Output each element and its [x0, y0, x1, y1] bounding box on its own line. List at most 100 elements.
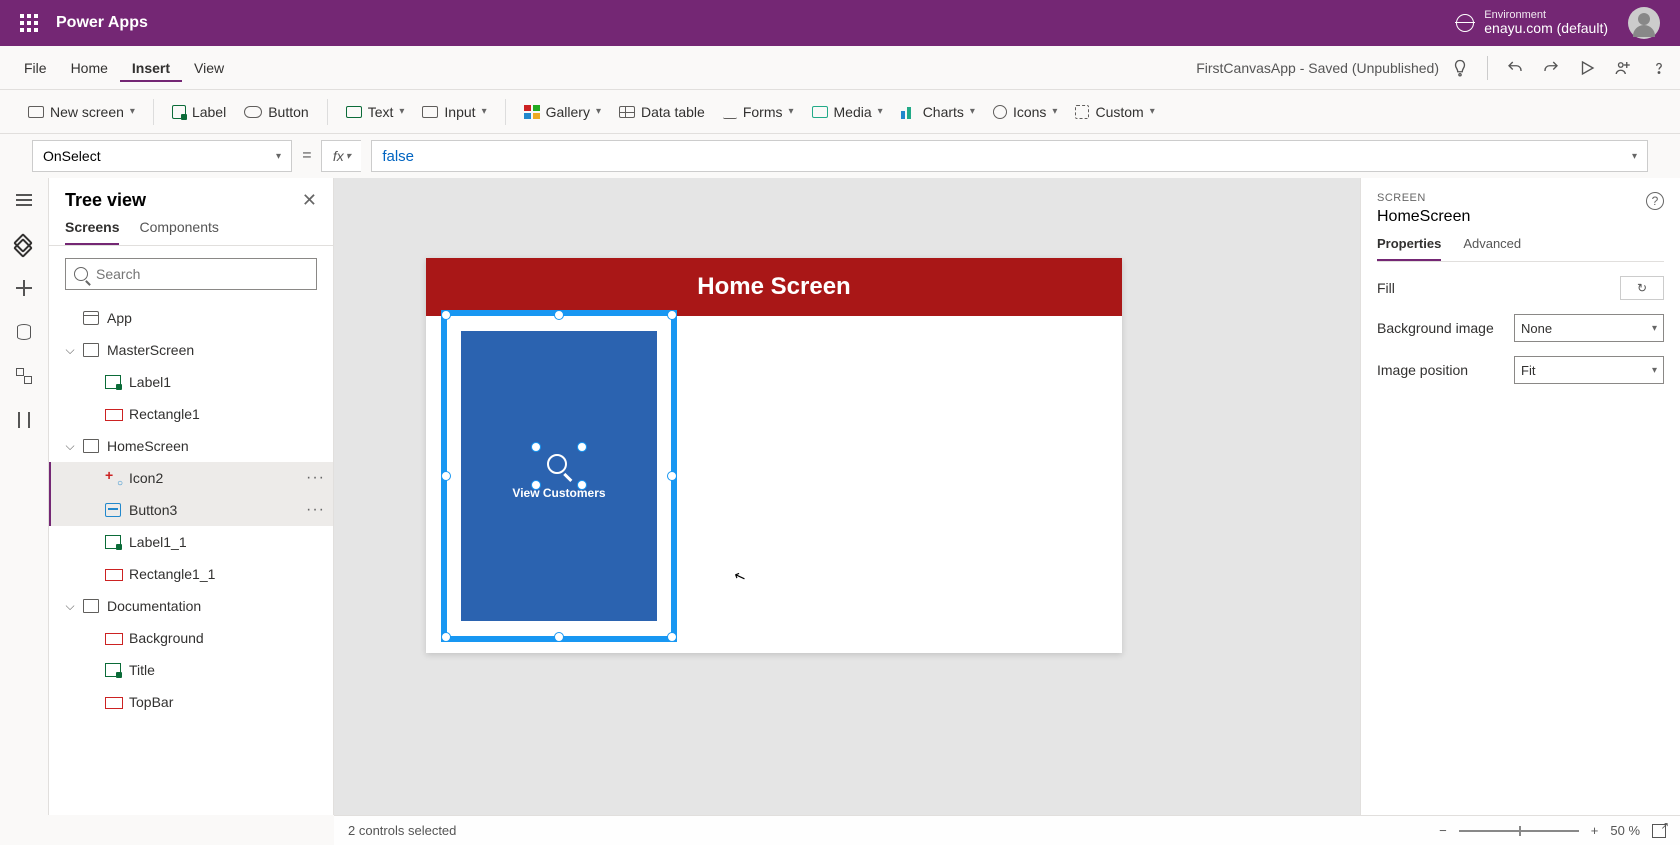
menu-home[interactable]: Home — [59, 54, 120, 82]
app-checker-icon[interactable] — [1451, 59, 1469, 77]
tree-node-label1-1[interactable]: Label1_1 — [49, 526, 333, 558]
insert-label-button[interactable]: Label — [172, 104, 226, 120]
resize-handle[interactable] — [667, 310, 677, 320]
environment-picker[interactable]: Environment enayu.com (default) — [1456, 9, 1608, 36]
insert-forms-button[interactable]: Forms ▾ — [723, 104, 794, 120]
tree-node-documentation[interactable]: ⌵ Documentation — [49, 590, 333, 622]
resize-handle[interactable] — [531, 480, 541, 490]
tree-node-homescreen[interactable]: ⌵ HomeScreen — [49, 430, 333, 462]
chevron-down-icon[interactable]: ⌵ — [65, 343, 75, 358]
text-icon — [346, 106, 362, 118]
hamburger-icon[interactable] — [14, 190, 34, 210]
card-button[interactable]: View Customers — [461, 331, 657, 621]
media-pane-icon[interactable] — [14, 366, 34, 386]
selection-type: SCREEN — [1377, 192, 1664, 204]
insert-charts-button[interactable]: Charts ▾ — [901, 104, 975, 120]
node-label: TopBar — [129, 694, 173, 710]
menu-insert[interactable]: Insert — [120, 54, 182, 82]
tree-node-button3[interactable]: Button3 ··· — [49, 494, 333, 526]
tree-node-icon2[interactable]: Icon2 ··· — [49, 462, 333, 494]
close-icon[interactable]: ✕ — [302, 190, 317, 211]
tree-node-label1[interactable]: Label1 — [49, 366, 333, 398]
node-label: Rectangle1 — [129, 406, 200, 422]
more-icon[interactable]: ··· — [306, 469, 325, 487]
environment-label: Environment — [1484, 9, 1608, 21]
menu-view[interactable]: View — [182, 54, 236, 82]
resize-handle[interactable] — [531, 442, 541, 452]
chevron-down-icon[interactable]: ⌵ — [65, 599, 75, 614]
image-position-dropdown[interactable]: Fit ▾ — [1514, 356, 1664, 384]
user-avatar[interactable] — [1628, 7, 1660, 39]
insert-custom-button[interactable]: Custom ▾ — [1075, 104, 1154, 120]
help-icon[interactable]: ? — [1646, 192, 1664, 210]
selected-control[interactable]: View Customers — [441, 310, 677, 642]
insert-button-button[interactable]: Button — [244, 104, 308, 120]
resize-handle[interactable] — [441, 632, 451, 642]
zoom-in-button[interactable]: + — [1591, 823, 1599, 838]
tab-components[interactable]: Components — [139, 219, 218, 245]
insert-media-button[interactable]: Media ▾ — [812, 104, 883, 120]
new-screen-button[interactable]: New screen ▾ — [28, 104, 135, 120]
tab-screens[interactable]: Screens — [65, 219, 119, 245]
tree-node-rectangle1-1[interactable]: Rectangle1_1 — [49, 558, 333, 590]
tree-node-title[interactable]: Title — [49, 654, 333, 686]
tree-node-app[interactable]: App — [49, 302, 333, 334]
resize-handle[interactable] — [577, 480, 587, 490]
dropdown-value: None — [1521, 321, 1552, 336]
undo-icon[interactable] — [1506, 59, 1524, 77]
color-picker[interactable] — [1620, 276, 1664, 300]
tree-view-icon[interactable] — [14, 234, 34, 254]
insert-datatable-button[interactable]: Data table — [619, 104, 705, 120]
app-launcher-icon[interactable] — [20, 14, 38, 32]
prop-label: Background image — [1377, 320, 1494, 336]
resize-handle[interactable] — [667, 471, 677, 481]
insert-icons-button[interactable]: Icons ▾ — [993, 104, 1058, 120]
resize-handle[interactable] — [554, 310, 564, 320]
fx-button[interactable]: fx ▾ — [321, 140, 361, 172]
play-icon[interactable] — [1578, 59, 1596, 77]
zoom-out-button[interactable]: − — [1439, 823, 1447, 838]
help-icon[interactable] — [1650, 59, 1668, 77]
text-label: Text — [368, 104, 394, 120]
insert-gallery-button[interactable]: Gallery ▾ — [524, 104, 601, 120]
label-icon — [172, 105, 186, 119]
tab-advanced[interactable]: Advanced — [1463, 236, 1521, 261]
tree-node-topbar[interactable]: TopBar — [49, 686, 333, 718]
rectangle-icon — [105, 567, 121, 581]
menu-file[interactable]: File — [12, 54, 59, 82]
tree-node-background[interactable]: Background — [49, 622, 333, 654]
tree-body: App ⌵ MasterScreen Label1 Rectangle1 ⌵ H… — [49, 302, 333, 815]
chevron-down-icon[interactable]: ⌵ — [65, 439, 75, 454]
global-header: Power Apps Environment enayu.com (defaul… — [0, 0, 1680, 46]
tab-properties[interactable]: Properties — [1377, 236, 1441, 261]
resize-handle[interactable] — [577, 442, 587, 452]
canvas-screen[interactable]: Home Screen View Customers — [426, 258, 1122, 653]
node-label: Label1_1 — [129, 534, 187, 550]
gallery-label: Gallery — [546, 104, 590, 120]
properties-tabs: Properties Advanced — [1377, 236, 1664, 262]
resize-handle[interactable] — [554, 632, 564, 642]
node-label: Background — [129, 630, 204, 646]
advanced-tools-icon[interactable] — [14, 410, 34, 430]
formula-input[interactable]: false ▾ — [371, 140, 1648, 172]
fit-to-window-icon[interactable] — [1652, 824, 1666, 838]
more-icon[interactable]: ··· — [306, 501, 325, 519]
search-box[interactable] — [65, 258, 317, 290]
insert-text-button[interactable]: Text ▾ — [346, 104, 405, 120]
redo-icon[interactable] — [1542, 59, 1560, 77]
insert-pane-icon[interactable] — [14, 278, 34, 298]
search-input[interactable] — [96, 266, 308, 282]
tree-node-masterscreen[interactable]: ⌵ MasterScreen — [49, 334, 333, 366]
share-icon[interactable] — [1614, 59, 1632, 77]
gallery-icon — [524, 105, 540, 119]
resize-handle[interactable] — [441, 310, 451, 320]
data-pane-icon[interactable] — [14, 322, 34, 342]
zoom-slider[interactable] — [1459, 830, 1579, 832]
canvas[interactable]: Home Screen View Customers — [334, 178, 1360, 815]
tree-node-rectangle1[interactable]: Rectangle1 — [49, 398, 333, 430]
resize-handle[interactable] — [667, 632, 677, 642]
resize-handle[interactable] — [441, 471, 451, 481]
insert-input-button[interactable]: Input ▾ — [422, 104, 486, 120]
background-image-dropdown[interactable]: None ▾ — [1514, 314, 1664, 342]
property-dropdown[interactable]: OnSelect ▾ — [32, 140, 292, 172]
